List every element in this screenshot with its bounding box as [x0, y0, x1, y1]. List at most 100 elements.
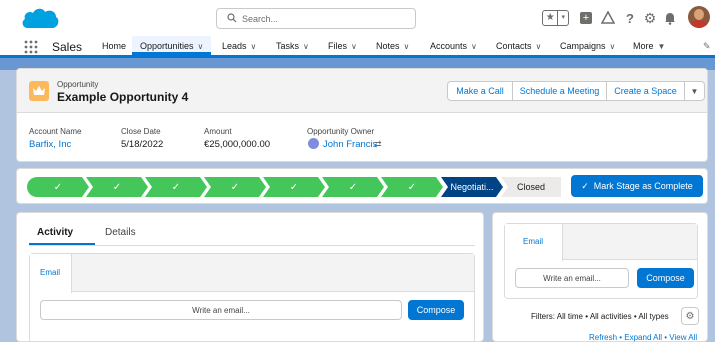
nav-item-accounts[interactable]: Accounts ∨: [430, 41, 477, 51]
tab-activity[interactable]: Activity: [37, 227, 73, 238]
button-label: Make a Call: [456, 86, 504, 96]
checkmark-icon: ✓: [289, 181, 299, 193]
nav-item-label: Home: [102, 41, 127, 51]
notifications-bell-icon[interactable]: [662, 10, 678, 26]
nav-item-label: Notes: [376, 41, 400, 51]
chevron-down-icon[interactable]: ∨: [198, 42, 204, 51]
change-owner-icon[interactable]: ⇄: [374, 139, 382, 150]
tab-details[interactable]: Details: [105, 227, 136, 238]
chevron-down-icon[interactable]: ∨: [610, 42, 616, 51]
record-name: Example Opportunity 4: [57, 90, 189, 104]
compose-button[interactable]: Compose: [637, 268, 694, 288]
checkmark-icon: ✓: [581, 180, 589, 191]
search-icon: [227, 13, 237, 23]
help-icon[interactable]: ?: [622, 10, 638, 26]
create-space-button[interactable]: Create a Space: [607, 81, 685, 101]
stage-completed[interactable]: ✓: [322, 177, 384, 197]
chevron-down-icon[interactable]: ∨: [251, 42, 257, 51]
setup-gear-icon[interactable]: ⚙: [642, 10, 658, 26]
nav-item-label: More: [633, 41, 654, 51]
filter-settings-gear-icon[interactable]: ⚙: [681, 307, 699, 325]
trailhead-icon[interactable]: [600, 10, 616, 26]
activity-filters-text[interactable]: Filters: All time • All activities • All…: [531, 312, 669, 321]
nav-item-label: Leads: [222, 41, 247, 51]
button-label: Mark Stage as Complete: [593, 181, 693, 191]
chevron-down-icon: ▼: [690, 86, 699, 96]
account-name-link[interactable]: Barfix, Inc: [29, 139, 71, 150]
field-label: Opportunity Owner: [307, 127, 375, 136]
nav-item-label: Contacts: [496, 41, 532, 51]
email-input[interactable]: Write an email...: [40, 300, 402, 320]
stage-completed[interactable]: ✓: [263, 177, 325, 197]
compose-button[interactable]: Compose: [408, 300, 464, 320]
button-label: Create a Space: [614, 86, 677, 96]
app-launcher-icon[interactable]: [24, 40, 38, 54]
email-tab-label: Email: [40, 268, 61, 277]
caret-down-icon[interactable]: ▼: [658, 42, 666, 51]
stage-completed[interactable]: ✓: [204, 177, 266, 197]
nav-item-more[interactable]: More ▼: [633, 41, 665, 51]
more-actions-dropdown[interactable]: ▼: [685, 81, 705, 101]
app-navigation-bar: Sales Home Opportunities ∨ Leads ∨ Tasks ∨ …: [0, 36, 715, 58]
stage-path: ✓ ✓ ✓ ✓ ✓ ✓ ✓ Negotiati... Closed ✓ Mark Stage …: [16, 168, 708, 204]
email-tab[interactable]: Email: [505, 224, 563, 261]
nav-item-tasks[interactable]: Tasks ∨: [276, 41, 309, 51]
field-label: Amount: [204, 127, 232, 136]
nav-item-contacts[interactable]: Contacts ∨: [496, 41, 541, 51]
make-a-call-button[interactable]: Make a Call: [447, 81, 513, 101]
nav-item-campaigns[interactable]: Campaigns ∨: [560, 41, 615, 51]
user-avatar[interactable]: [688, 6, 710, 28]
email-tab[interactable]: Email: [30, 254, 72, 293]
stage-completed[interactable]: ✓: [145, 177, 207, 197]
email-tab-label: Email: [523, 237, 544, 246]
nav-item-leads[interactable]: Leads ∨: [222, 41, 256, 51]
checkmark-icon: ✓: [348, 181, 358, 193]
chevron-down-icon[interactable]: ∨: [536, 42, 542, 51]
owner-avatar-icon: [308, 138, 319, 149]
edit-nav-pencil-icon[interactable]: ✎: [703, 41, 711, 52]
button-label: Compose: [646, 273, 685, 283]
chevron-down-icon[interactable]: ∨: [303, 42, 309, 51]
chevron-down-icon[interactable]: ∨: [471, 42, 477, 51]
object-label: Opportunity: [57, 80, 99, 89]
email-placeholder: Write an email...: [192, 305, 250, 315]
nav-item-home[interactable]: Home: [102, 41, 126, 51]
email-composer: Email Write an email... Compose: [29, 253, 475, 342]
email-input[interactable]: Write an email...: [515, 268, 629, 288]
checkmark-icon: ✓: [407, 181, 417, 193]
close-date-value: 5/18/2022: [121, 139, 164, 150]
checkmark-icon: ✓: [53, 181, 63, 193]
stage-current[interactable]: Negotiati...: [441, 177, 503, 197]
button-label: Compose: [416, 305, 456, 315]
activity-sidebar-card: Email Write an email... Compose Filters:…: [492, 212, 708, 342]
opportunity-crown-icon: [29, 81, 49, 101]
search-placeholder: Search...: [242, 14, 279, 24]
checkmark-icon: ✓: [230, 181, 240, 193]
chevron-down-icon[interactable]: ∨: [404, 42, 410, 51]
global-header: Search... ★ ▾ + ? ⚙: [0, 0, 715, 36]
nav-item-label: Files: [328, 41, 348, 51]
nav-item-label: Opportunities: [140, 41, 194, 51]
schedule-meeting-button[interactable]: Schedule a Meeting: [513, 81, 607, 101]
favorites-star-icon[interactable]: ★: [543, 11, 557, 25]
nav-item-opportunities[interactable]: Opportunities ∨: [132, 36, 212, 55]
timeline-links[interactable]: Refresh • Expand All • View All: [589, 333, 697, 342]
global-create-icon[interactable]: +: [578, 10, 594, 26]
nav-item-files[interactable]: Files ∨: [328, 41, 357, 51]
mark-stage-complete-button[interactable]: ✓ Mark Stage as Complete: [571, 175, 703, 197]
chevron-down-icon[interactable]: ∨: [351, 42, 357, 51]
stage-label: Closed: [516, 182, 545, 192]
opportunity-owner-link[interactable]: John Francis: [323, 139, 377, 150]
stage-completed[interactable]: ✓: [86, 177, 148, 197]
stage-completed[interactable]: ✓: [381, 177, 443, 197]
favorites-button-group[interactable]: ★ ▾: [542, 10, 569, 26]
global-search-input[interactable]: Search...: [216, 8, 416, 29]
record-header: Opportunity Example Opportunity 4 Make a…: [16, 68, 708, 162]
favorites-dropdown-icon[interactable]: ▾: [557, 11, 568, 25]
stage-closed[interactable]: Closed: [501, 177, 561, 197]
stage-completed[interactable]: ✓: [27, 177, 89, 197]
nav-item-label: Accounts: [430, 41, 468, 51]
stage-label: Negotiati...: [450, 182, 494, 192]
salesforce-logo[interactable]: [20, 6, 60, 32]
nav-item-notes[interactable]: Notes ∨: [376, 41, 409, 51]
